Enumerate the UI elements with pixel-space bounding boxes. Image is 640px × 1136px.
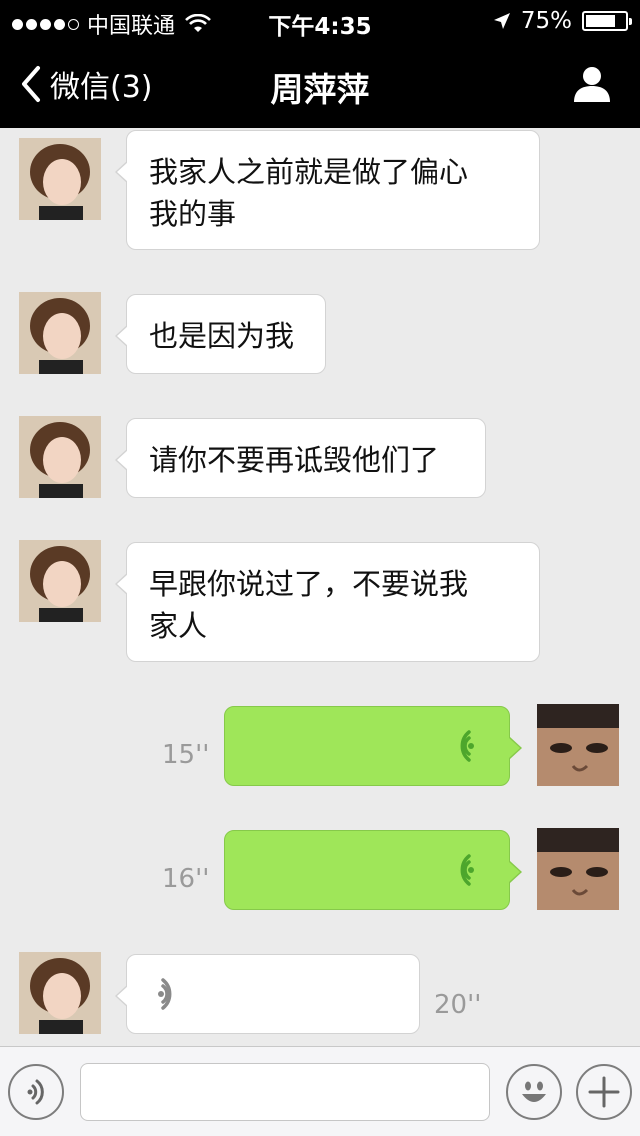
my-avatar[interactable]	[537, 828, 619, 910]
message-bubble[interactable]: 早跟你说过了，不要说我 家人	[115, 542, 540, 662]
location-arrow-icon	[493, 13, 510, 29]
voice-wave-icon	[158, 978, 172, 1010]
voice-message-bubble[interactable]	[115, 954, 420, 1034]
battery-icon	[582, 11, 632, 31]
message-line: 也是因为我	[149, 319, 295, 353]
chat-title: 周萍萍	[270, 70, 370, 109]
voice-toggle-button[interactable]	[8, 1064, 64, 1120]
voice-duration: 20''	[434, 990, 482, 1020]
voice-toggle-icon	[27, 1079, 44, 1105]
emoji-icon	[522, 1081, 546, 1102]
message-line: 我的事	[149, 197, 237, 231]
emoji-button[interactable]	[506, 1064, 562, 1120]
message-bubble[interactable]: 请你不要再诋毁他们了	[115, 418, 486, 498]
nav-bar: 微信(3) 周萍萍	[0, 40, 640, 128]
status-bar: 中国联通 下午4:35 75%	[0, 0, 640, 40]
status-right: 75%	[493, 8, 632, 34]
contact-avatar[interactable]	[19, 952, 101, 1034]
voice-duration: 16''	[162, 864, 210, 894]
voice-message-bubble[interactable]	[224, 706, 522, 786]
message-line: 我家人之前就是做了偏心	[149, 155, 469, 189]
voice-wave-icon	[460, 730, 474, 762]
message-bubble[interactable]: 我家人之前就是做了偏心 我的事	[115, 130, 540, 250]
message-line: 家人	[149, 609, 208, 643]
plus-icon	[588, 1076, 620, 1108]
message-input[interactable]	[80, 1063, 490, 1121]
contact-avatar[interactable]	[19, 416, 101, 498]
voice-wave-icon	[460, 854, 474, 886]
battery-percent: 75%	[520, 8, 572, 34]
plus-button[interactable]	[576, 1064, 632, 1120]
my-avatar[interactable]	[537, 704, 619, 786]
voice-message-bubble[interactable]	[224, 830, 522, 910]
message-line: 请你不要再诋毁他们了	[149, 443, 440, 477]
message-bubble[interactable]: 也是因为我	[115, 294, 326, 374]
contact-avatar[interactable]	[19, 138, 101, 220]
contact-avatar[interactable]	[19, 292, 101, 374]
contact-avatar[interactable]	[19, 540, 101, 622]
chat-area[interactable]: 我家人之前就是做了偏心 我的事 也是因为我 请你不要再诋毁他们了 早跟你说过了，…	[0, 128, 640, 1046]
battery-fill	[586, 15, 615, 27]
input-bar	[0, 1046, 640, 1136]
message-line: 早跟你说过了，不要说我	[149, 567, 469, 601]
voice-duration: 15''	[162, 740, 210, 770]
person-icon[interactable]	[572, 64, 612, 104]
